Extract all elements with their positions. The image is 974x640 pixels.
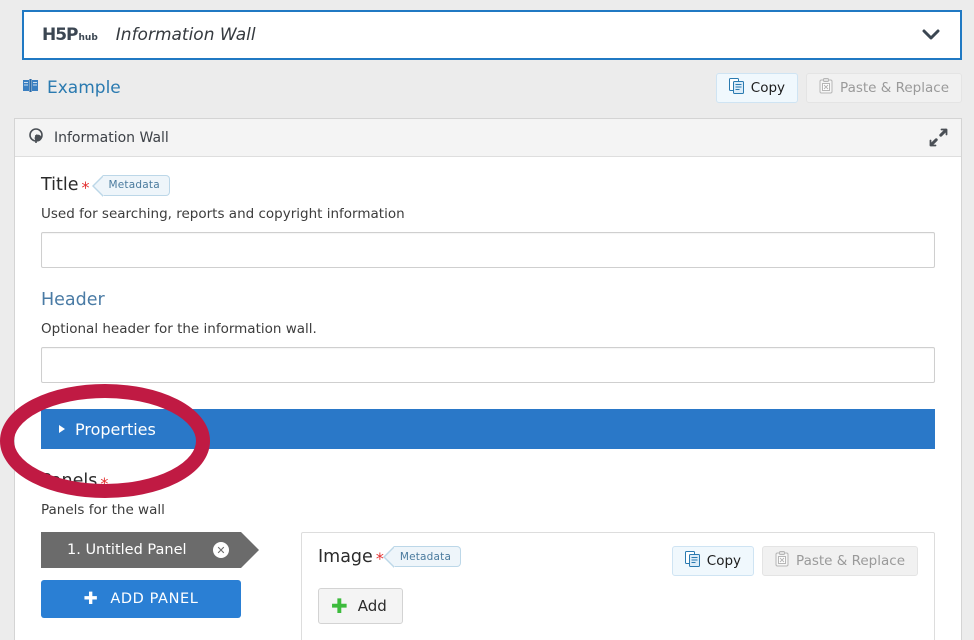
example-link[interactable]: Example [22, 78, 121, 98]
title-field-description: Used for searching, reports and copyrigh… [41, 206, 405, 222]
panel-tab-label: 1. Untitled Panel [67, 542, 187, 558]
book-icon [22, 78, 39, 98]
information-wall-icon [29, 127, 45, 148]
editor-body: Title * Metadata Used for searching, rep… [15, 157, 961, 640]
panel-content-pane: Image * Metadata Copy Paste & Replace ✚ … [301, 532, 935, 640]
image-field-label: Image * Metadata [318, 546, 462, 568]
logo-subtext: hub [78, 33, 98, 43]
copy-button[interactable]: Copy [715, 73, 799, 103]
hub-header-bar[interactable]: H5P hub Information Wall [22, 10, 962, 60]
close-circle-icon[interactable]: ✕ [213, 542, 229, 558]
properties-toggle-bar[interactable]: Properties [41, 409, 935, 449]
plus-icon: ✚ [83, 588, 99, 609]
title-field-group: Title * Metadata Used for searching, rep… [41, 175, 935, 268]
title-input[interactable] [41, 232, 935, 268]
h5p-hub-logo: H5P hub [42, 25, 98, 45]
green-plus-icon: ✚ [331, 594, 348, 618]
chevron-down-icon[interactable] [922, 29, 946, 41]
panels-field-label: Panels * [41, 471, 935, 492]
editor-header: Information Wall [15, 119, 961, 157]
copy-paste-button-group: Copy Paste & Replace [715, 73, 962, 103]
logo-text: H5P [42, 25, 79, 45]
screen: H5P hub Information Wall Example Copy Pa… [0, 0, 974, 640]
metadata-badge[interactable]: Metadata [91, 175, 170, 197]
header-field-description: Optional header for the information wall… [41, 321, 317, 337]
triangle-right-icon [59, 425, 65, 433]
metadata-badge-label: Metadata [399, 550, 452, 563]
required-asterisk: * [100, 473, 109, 493]
header-field-group: Header Optional header for the informati… [41, 290, 935, 383]
panels-field-group: Panels * Panels for the wall [41, 471, 935, 518]
paste-replace-button[interactable]: Paste & Replace [806, 73, 962, 103]
add-image-button[interactable]: ✚ Add [318, 588, 403, 624]
clipboard-icon [775, 551, 789, 571]
copy-icon [684, 551, 700, 571]
properties-label: Properties [75, 419, 156, 439]
metadata-badge-label: Metadata [108, 179, 160, 192]
add-image-button-label: Add [357, 597, 387, 615]
add-panel-button[interactable]: ✚ ADD PANEL [41, 580, 241, 618]
panel-copy-paste-group: Copy Paste & Replace [671, 546, 918, 576]
panels-area: 1. Untitled Panel ✕ ✚ ADD PANEL Image * [41, 532, 935, 640]
title-label-text: Title [41, 175, 79, 195]
image-label-text: Image [318, 546, 373, 567]
hub-content-type-title: Information Wall [115, 25, 256, 45]
content-editor-card: Information Wall Title * Metadata Used f… [14, 118, 962, 640]
example-link-label: Example [47, 78, 121, 98]
editor-action-row: Example Copy Paste & Replace [22, 68, 962, 108]
copy-button-label: Copy [706, 553, 742, 569]
header-input[interactable] [41, 347, 935, 383]
paste-replace-button-label: Paste & Replace [840, 80, 949, 96]
paste-replace-button[interactable]: Paste & Replace [762, 546, 918, 576]
panel-content-header: Image * Metadata Copy Paste & Replace [318, 546, 918, 576]
copy-button[interactable]: Copy [671, 546, 755, 576]
copy-button-label: Copy [750, 80, 786, 96]
expand-arrows-icon[interactable] [925, 125, 951, 151]
panels-label-text: Panels [41, 471, 98, 491]
required-asterisk: * [81, 177, 90, 197]
panels-field-description: Panels for the wall [41, 502, 165, 518]
editor-library-name: Information Wall [54, 129, 169, 146]
metadata-badge[interactable]: Metadata [382, 546, 462, 568]
copy-icon [728, 78, 744, 98]
panel-tab[interactable]: 1. Untitled Panel ✕ [41, 532, 259, 568]
clipboard-icon [819, 78, 833, 98]
header-field-label: Header [41, 290, 935, 311]
title-field-label: Title * Metadata [41, 175, 935, 197]
add-panel-button-label: ADD PANEL [110, 591, 199, 607]
paste-replace-button-label: Paste & Replace [796, 553, 905, 569]
panel-tab-list: 1. Untitled Panel ✕ ✚ ADD PANEL [41, 532, 271, 618]
header-label-text: Header [41, 290, 105, 310]
